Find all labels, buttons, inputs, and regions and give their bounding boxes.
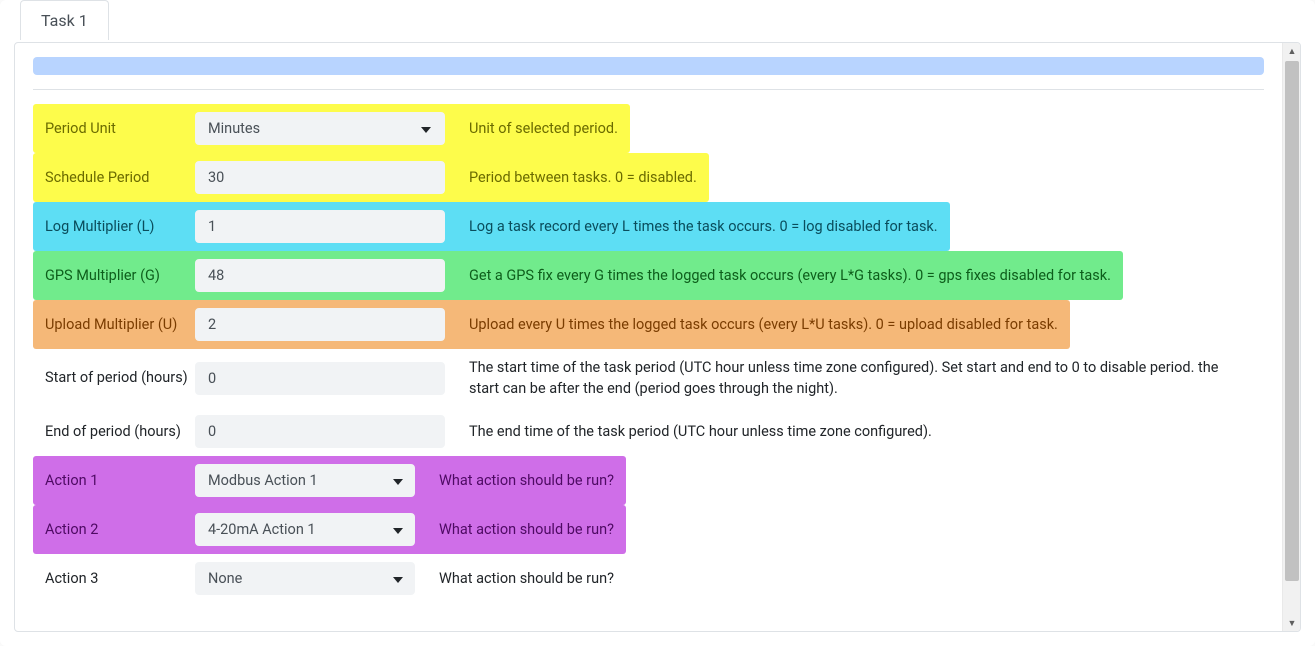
- scroll-up-arrow-icon[interactable]: ▲: [1285, 43, 1299, 59]
- row-gps-multiplier: GPS Multiplier (G) Get a GPS fix every G…: [33, 251, 1123, 300]
- select-period-unit[interactable]: Minutes: [195, 112, 445, 145]
- input-log-multiplier[interactable]: [195, 210, 445, 243]
- row-action-1: Action 1 Modbus Action 1 What action sho…: [33, 456, 626, 505]
- vertical-scrollbar[interactable]: ▲ ▼: [1282, 43, 1300, 631]
- label-action-2: Action 2: [45, 520, 195, 540]
- label-schedule-period: Schedule Period: [45, 168, 195, 188]
- label-action-1: Action 1: [45, 471, 195, 491]
- input-gps-multiplier[interactable]: [195, 259, 445, 292]
- desc-start-period: The start time of the task period (UTC h…: [469, 357, 1252, 399]
- row-period-unit: Period Unit Minutes Unit of selected per…: [33, 104, 630, 153]
- row-start-period: Start of period (hours) The start time o…: [33, 349, 1264, 407]
- row-schedule-period: Schedule Period Period between tasks. 0 …: [33, 153, 709, 202]
- row-log-multiplier: Log Multiplier (L) Log a task record eve…: [33, 202, 950, 251]
- input-schedule-period[interactable]: [195, 161, 445, 194]
- scroll-down-arrow-icon[interactable]: ▼: [1285, 615, 1299, 631]
- row-action-2: Action 2 4-20mA Action 1 What action sho…: [33, 505, 626, 554]
- row-action-3: Action 3 None What action should be run?: [33, 554, 626, 603]
- section-divider: [33, 89, 1264, 90]
- desc-gps-multiplier: Get a GPS fix every G times the logged t…: [469, 265, 1111, 286]
- label-period-unit: Period Unit: [45, 119, 195, 139]
- label-end-period: End of period (hours): [45, 422, 195, 442]
- task-panel: Period Unit Minutes Unit of selected per…: [14, 42, 1301, 632]
- desc-upload-multiplier: Upload every U times the logged task occ…: [469, 314, 1058, 335]
- row-end-period: End of period (hours) The end time of th…: [33, 407, 1264, 456]
- scroll-area[interactable]: Period Unit Minutes Unit of selected per…: [15, 43, 1282, 631]
- task-config-card: Task 1 Period Unit Minutes Unit of selec…: [0, 0, 1315, 646]
- collapsed-section-bar[interactable]: [33, 57, 1264, 75]
- label-gps-multiplier: GPS Multiplier (G): [45, 266, 195, 286]
- tab-task-1[interactable]: Task 1: [20, 0, 109, 40]
- label-start-period: Start of period (hours): [45, 368, 195, 388]
- scrollbar-thumb[interactable]: [1285, 61, 1299, 581]
- desc-end-period: The end time of the task period (UTC hou…: [469, 421, 1252, 442]
- select-action-2[interactable]: 4-20mA Action 1: [195, 513, 415, 546]
- label-log-multiplier: Log Multiplier (L): [45, 217, 195, 237]
- select-action-3[interactable]: None: [195, 562, 415, 595]
- input-start-period[interactable]: [195, 362, 445, 395]
- desc-action-3: What action should be run?: [439, 568, 614, 589]
- select-action-1[interactable]: Modbus Action 1: [195, 464, 415, 497]
- desc-period-unit: Unit of selected period.: [469, 118, 618, 139]
- desc-log-multiplier: Log a task record every L times the task…: [469, 216, 938, 237]
- row-upload-multiplier: Upload Multiplier (U) Upload every U tim…: [33, 300, 1070, 349]
- desc-schedule-period: Period between tasks. 0 = disabled.: [469, 167, 697, 188]
- input-end-period[interactable]: [195, 415, 445, 448]
- label-action-3: Action 3: [45, 569, 195, 589]
- input-upload-multiplier[interactable]: [195, 308, 445, 341]
- desc-action-2: What action should be run?: [439, 519, 614, 540]
- label-upload-multiplier: Upload Multiplier (U): [45, 315, 195, 335]
- desc-action-1: What action should be run?: [439, 470, 614, 491]
